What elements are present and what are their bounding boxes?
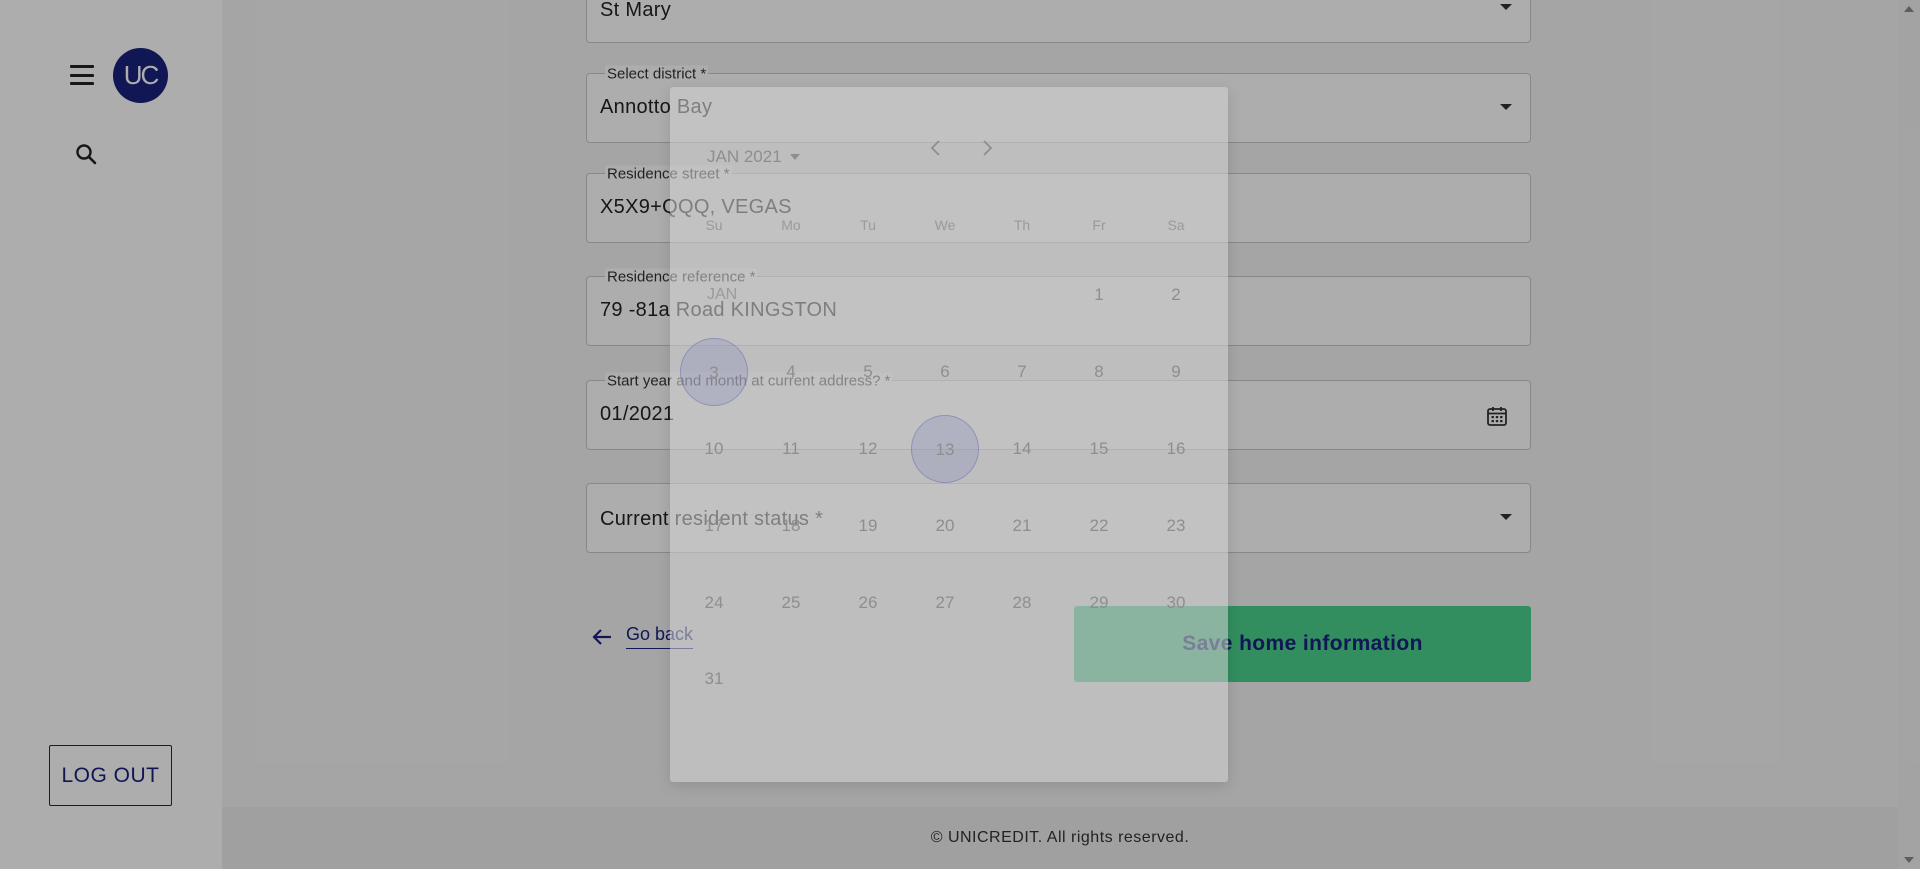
day-15[interactable]: 15	[1065, 415, 1133, 483]
weekday-su: Su	[705, 217, 723, 233]
month-year-label: JAN 2021	[707, 147, 782, 166]
caret-down-icon	[789, 154, 800, 160]
day-4[interactable]: 4	[757, 338, 825, 406]
month-year-switch[interactable]: JAN 2021	[707, 147, 800, 167]
day-24[interactable]: 24	[680, 569, 748, 637]
weekday-fr: Fr	[1092, 217, 1106, 233]
day-11[interactable]: 11	[757, 415, 825, 483]
weekday-we: We	[934, 217, 956, 233]
day-3[interactable]: 3	[680, 338, 748, 406]
day-9[interactable]: 9	[1142, 338, 1210, 406]
day-7[interactable]: 7	[988, 338, 1056, 406]
day-8[interactable]: 8	[1065, 338, 1133, 406]
day-23[interactable]: 23	[1142, 492, 1210, 560]
day-16[interactable]: 16	[1142, 415, 1210, 483]
day-5[interactable]: 5	[834, 338, 902, 406]
day-28[interactable]: 28	[988, 569, 1056, 637]
weekday-tu: Tu	[860, 217, 876, 233]
day-19[interactable]: 19	[834, 492, 902, 560]
page: UC LOG OUT St Mary Select district * Ann…	[0, 0, 1920, 869]
day-27[interactable]: 27	[911, 569, 979, 637]
weekday-mo: Mo	[781, 217, 801, 233]
weekday-th: Th	[1013, 217, 1031, 233]
day-25[interactable]: 25	[757, 569, 825, 637]
day-12[interactable]: 12	[834, 415, 902, 483]
day-1[interactable]: 1	[1065, 261, 1133, 329]
day-29[interactable]: 29	[1065, 569, 1133, 637]
day-14[interactable]: 14	[988, 415, 1056, 483]
day-10[interactable]: 10	[680, 415, 748, 483]
day-21[interactable]: 21	[988, 492, 1056, 560]
date-picker: JAN 2021 Su Mo Tu We Th Fr Sa JAN 1 2 3 4 5 6 7 8 9 10 1…	[670, 87, 1228, 782]
day-18[interactable]: 18	[757, 492, 825, 560]
day-13[interactable]: 13	[911, 415, 979, 483]
day-2[interactable]: 2	[1142, 261, 1210, 329]
day-17[interactable]: 17	[680, 492, 748, 560]
day-30[interactable]: 30	[1142, 569, 1210, 637]
day-6[interactable]: 6	[911, 338, 979, 406]
day-22[interactable]: 22	[1065, 492, 1133, 560]
chevron-right-icon[interactable]	[975, 136, 999, 160]
month-tag: JAN	[707, 286, 738, 303]
weekday-sa: Sa	[1167, 217, 1185, 233]
day-26[interactable]: 26	[834, 569, 902, 637]
day-20[interactable]: 20	[911, 492, 979, 560]
day-31[interactable]: 31	[680, 645, 748, 713]
chevron-left-icon[interactable]	[924, 136, 948, 160]
